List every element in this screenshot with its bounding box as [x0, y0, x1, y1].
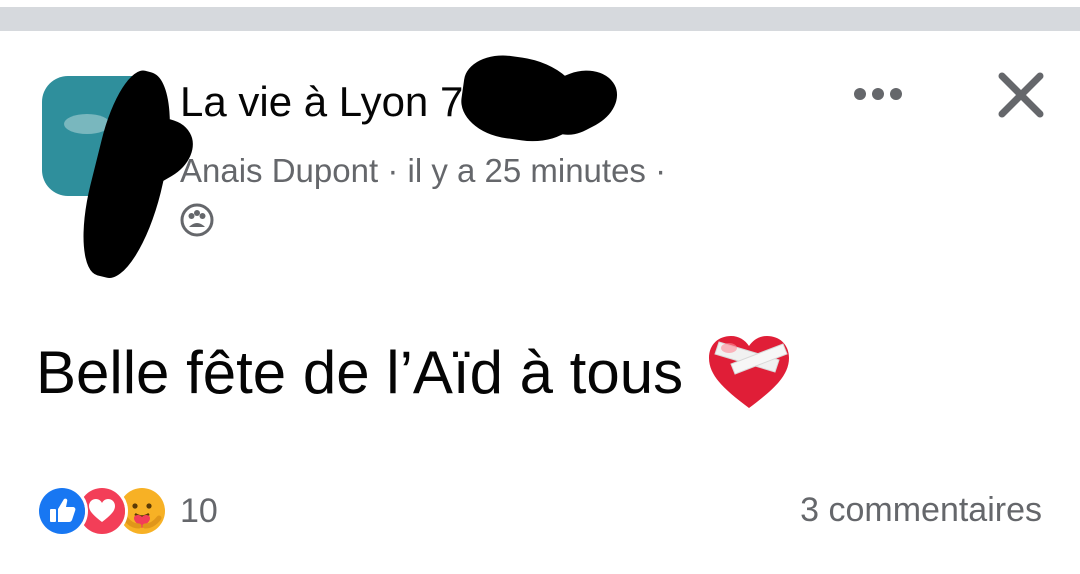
close-button[interactable] [990, 64, 1052, 126]
group-name-text: La vie à Lyon 7 [180, 78, 464, 125]
author-name[interactable]: Anais Dupont [180, 152, 378, 189]
more-dots-icon [854, 88, 902, 100]
post-body: Belle fête de l’Aïd à tous [36, 332, 793, 412]
post-text: Belle fête de l’Aïd à tous [36, 338, 684, 406]
post-card: La vie à Lyon 7 Anais Dupont · il y a 25… [0, 0, 1080, 574]
reaction-summary[interactable]: 10 [36, 485, 218, 537]
close-icon [998, 72, 1044, 118]
like-reaction-icon [36, 485, 88, 537]
meta-separator: · [655, 152, 667, 189]
reaction-count: 10 [180, 491, 218, 530]
group-name[interactable]: La vie à Lyon 7 [180, 78, 463, 126]
mending-heart-emoji [709, 336, 790, 408]
post-meta: Anais Dupont · il y a 25 minutes · [180, 152, 666, 190]
more-options-button[interactable] [848, 76, 908, 112]
top-divider-bar [0, 7, 1080, 31]
post-time[interactable]: il y a 25 minutes [407, 152, 645, 189]
comments-count-link[interactable]: 3 commentaires [800, 491, 1042, 530]
meta-separator: · [387, 152, 408, 189]
group-privacy-icon [180, 203, 214, 237]
